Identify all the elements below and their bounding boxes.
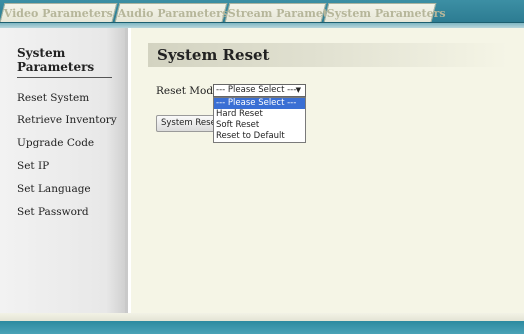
chevron-down-icon: ▼	[295, 86, 301, 94]
system-reset-button[interactable]: System Reset	[156, 115, 216, 132]
sidebar-item-set-language[interactable]: Set Language	[17, 183, 91, 195]
option-soft-reset[interactable]: Soft Reset	[214, 120, 305, 131]
reset-mode-select-value: --- Please Select ---	[216, 85, 297, 95]
sidebar-item-set-password[interactable]: Set Password	[17, 206, 89, 218]
tab-system-parameters-label: System Parameters	[326, 7, 446, 20]
sidebar-item-set-ip[interactable]: Set IP	[17, 160, 49, 172]
main-panel: System Reset Reset Mode : --- Please Sel…	[131, 28, 524, 313]
tab-audio-parameters[interactable]: Audio Parameters	[114, 3, 229, 22]
sidebar-item-upgrade-code[interactable]: Upgrade Code	[17, 137, 94, 149]
tab-video-parameters[interactable]: Video Parameters	[0, 3, 118, 22]
sidebar-title: System Parameters	[17, 46, 112, 78]
tab-stream-parameters[interactable]: Stream Parameters	[224, 3, 347, 22]
option-hard-reset[interactable]: Hard Reset	[214, 109, 305, 120]
tab-system-parameters[interactable]: System Parameters	[323, 3, 446, 22]
option-reset-to-default[interactable]: Reset to Default	[214, 131, 305, 142]
page-title: System Reset	[148, 43, 508, 67]
footer-bar	[0, 321, 524, 334]
tab-audio-parameters-label: Audio Parameters	[117, 7, 229, 20]
sidebar: System Parameters Reset System Retrieve …	[0, 28, 128, 313]
tab-video-parameters-label: Video Parameters	[3, 7, 113, 20]
footer-divider	[0, 313, 524, 321]
sidebar-item-reset-system[interactable]: Reset System	[17, 92, 89, 104]
reset-mode-select[interactable]: --- Please Select --- ▼	[213, 84, 306, 97]
reset-mode-dropdown-list: --- Please Select --- Hard Reset Soft Re…	[213, 97, 306, 143]
top-tab-bar: Video Parameters Audio Parameters Stream…	[0, 0, 524, 23]
option-please-select[interactable]: --- Please Select ---	[214, 98, 305, 109]
sidebar-item-retrieve-inventory[interactable]: Retrieve Inventory	[17, 114, 117, 126]
